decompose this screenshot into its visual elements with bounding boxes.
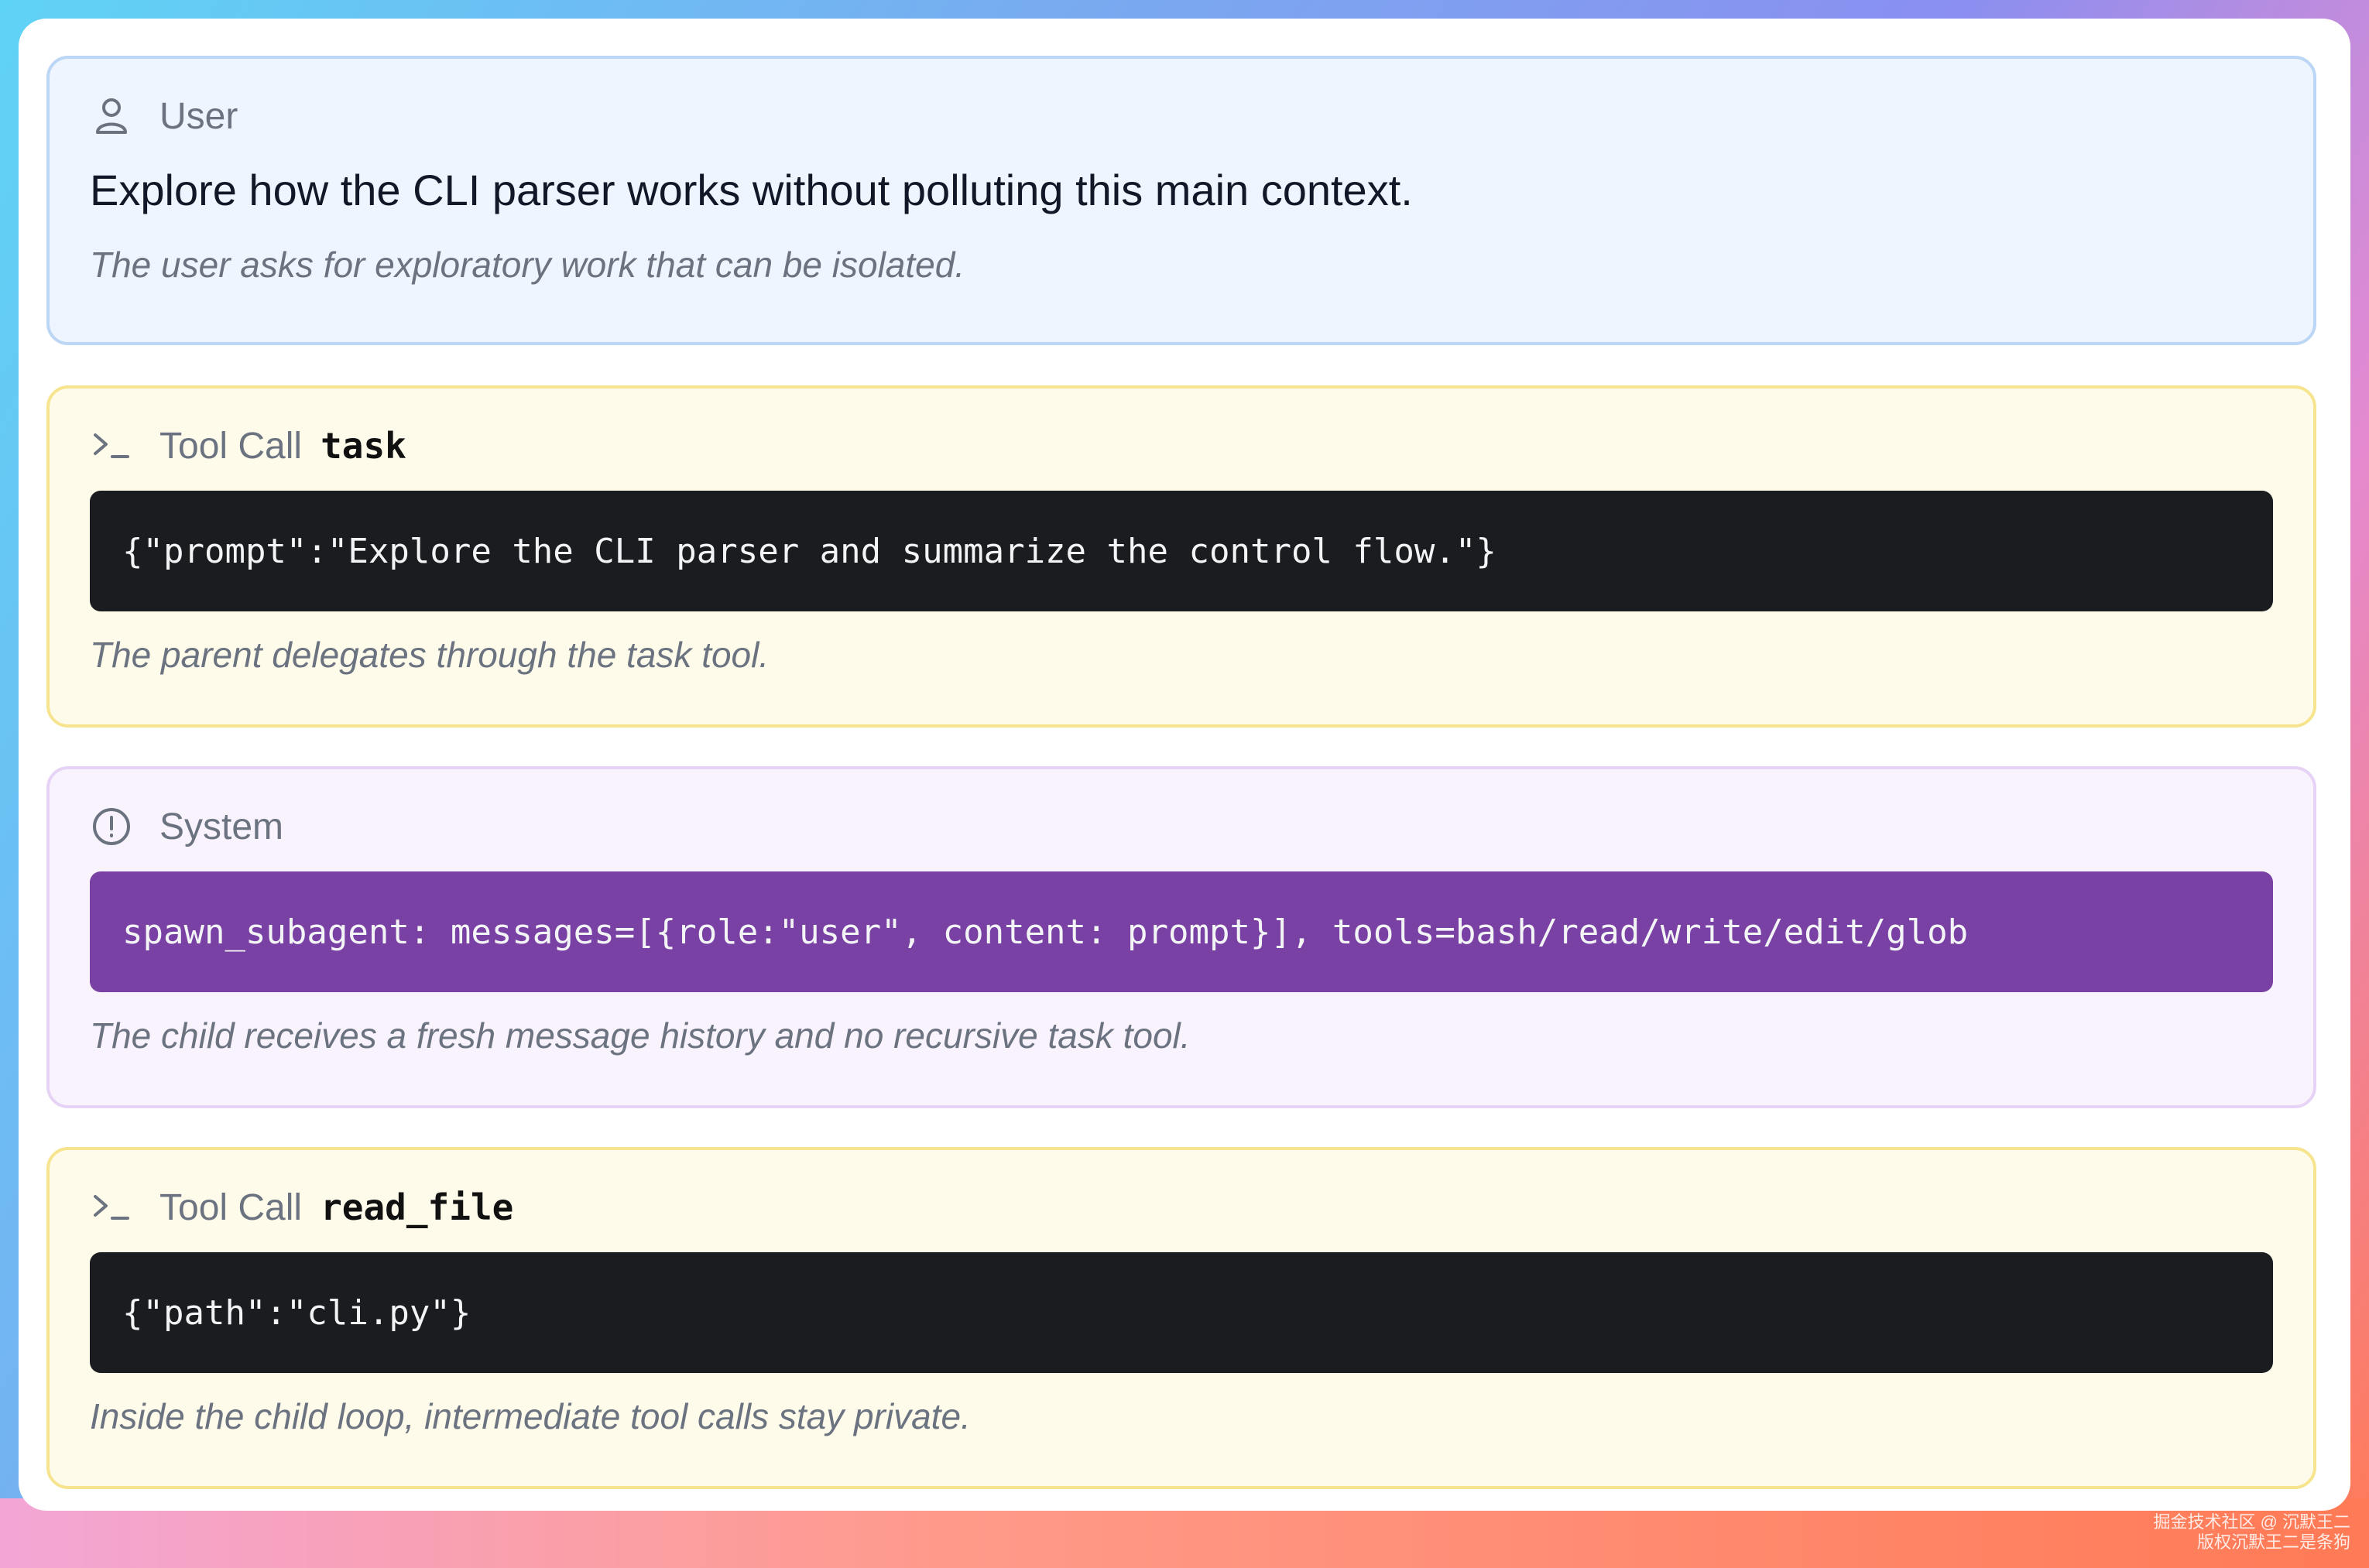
tool-name: task xyxy=(321,425,406,467)
tool-call-card-read-file: Tool Call read_file {"path":"cli.py"} In… xyxy=(46,1147,2316,1489)
terminal-icon xyxy=(90,1186,133,1229)
message-header: Tool Call task xyxy=(90,412,2273,480)
watermark-line: 掘金技术社区 @ 沉默王二 xyxy=(2153,1512,2350,1532)
message-text: Explore how the CLI parser works without… xyxy=(90,166,1413,214)
system-message-card: System spawn_subagent: messages=[{role:"… xyxy=(46,766,2316,1108)
terminal-icon xyxy=(90,424,133,467)
message-header: User xyxy=(90,82,2273,150)
alert-circle-icon xyxy=(90,805,133,848)
conversation-panel: User Explore how the CLI parser works wi… xyxy=(19,19,2350,1511)
role-label: Tool Call xyxy=(159,1186,303,1228)
message-header: Tool Call read_file xyxy=(90,1173,2273,1241)
message-header: System xyxy=(90,793,2273,861)
message-annotation: The user asks for exploratory work that … xyxy=(90,245,965,285)
watermark: 掘金技术社区 @ 沉默王二 版权沉默王二是条狗 xyxy=(2153,1512,2350,1553)
role-label: Tool Call xyxy=(159,425,303,467)
tool-arguments-code: {"prompt":"Explore the CLI parser and su… xyxy=(90,491,2273,611)
message-annotation: The child receives a fresh message histo… xyxy=(90,1015,1191,1056)
message-annotation: Inside the child loop, intermediate tool… xyxy=(90,1396,971,1436)
tool-name: read_file xyxy=(321,1186,514,1228)
message-annotation: The parent delegates through the task to… xyxy=(90,635,770,675)
user-icon xyxy=(90,94,133,138)
role-label: System xyxy=(159,806,284,847)
role-label: User xyxy=(159,95,238,137)
user-message-card: User Explore how the CLI parser works wi… xyxy=(46,56,2316,345)
system-code: spawn_subagent: messages=[{role:"user", … xyxy=(90,871,2273,992)
watermark-line: 版权沉默王二是条狗 xyxy=(2196,1532,2350,1552)
tool-call-card-task: Tool Call task {"prompt":"Explore the CL… xyxy=(46,385,2316,728)
tool-arguments-code: {"path":"cli.py"} xyxy=(90,1252,2273,1373)
